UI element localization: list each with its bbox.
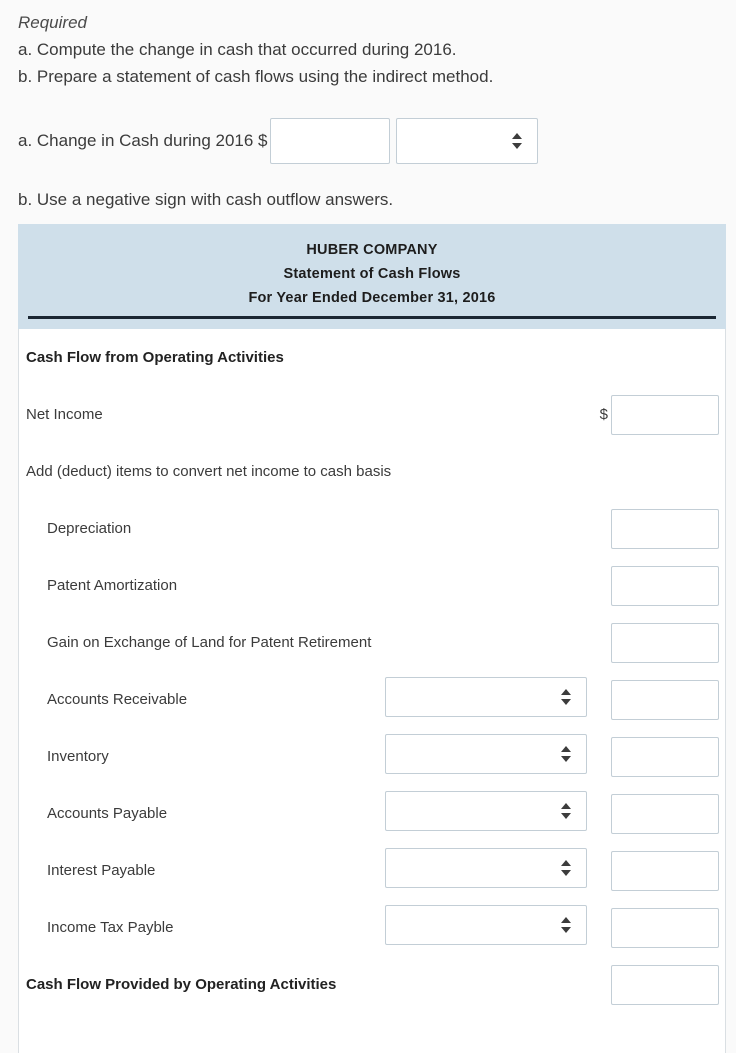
statement-row-label: Patent Amortization	[47, 577, 178, 594]
change-in-cash-select[interactable]	[395, 118, 538, 164]
statement-row: Interest Payable	[19, 842, 725, 899]
row-amount-cell	[611, 793, 719, 834]
statement-row: Gain on Exchange of Land for Patent Reti…	[19, 614, 725, 671]
statement-title: Statement of Cash Flows	[283, 266, 461, 282]
amount-input[interactable]	[611, 565, 719, 606]
row-amount-cell	[611, 736, 719, 777]
change-in-cash-input[interactable]	[269, 118, 390, 164]
row-amount-cell	[611, 850, 719, 891]
row-amount-cell	[611, 508, 719, 549]
statement-row-label: Net Income	[26, 406, 103, 423]
statement-row: Accounts Receivable	[19, 671, 725, 728]
statement-row-label: Inventory	[47, 748, 109, 765]
statement-row: Add (deduct) items to convert net income…	[19, 443, 725, 500]
amount-input[interactable]	[611, 793, 719, 834]
statement-row: Net Income $	[19, 386, 725, 443]
amount-input[interactable]	[611, 394, 719, 435]
row-amount-cell	[611, 622, 719, 663]
adjustment-select[interactable]	[385, 905, 587, 945]
adjustment-select[interactable]	[385, 734, 587, 774]
updown-arrow-icon	[511, 133, 523, 149]
row-amount-cell: $	[600, 394, 719, 435]
row-amount-cell	[611, 565, 719, 606]
statement-header: HUBER COMPANY Statement of Cash Flows Fo…	[18, 224, 726, 329]
negative-sign-note: b. Use a negative sign with cash outflow…	[18, 190, 394, 209]
amount-input[interactable]	[611, 850, 719, 891]
amount-input[interactable]	[611, 622, 719, 663]
statement-row-label: Cash Flow Provided by Operating Activiti…	[26, 976, 337, 993]
adjustment-select[interactable]	[385, 677, 587, 717]
statement-row-label: Cash Flow from Operating Activities	[26, 349, 284, 366]
updown-arrow-icon	[561, 746, 572, 762]
statement-row-label: Interest Payable	[47, 862, 156, 879]
row-select-cell	[385, 791, 587, 836]
adjustment-select[interactable]	[385, 791, 587, 831]
statement-of-cash-flows-table: HUBER COMPANY Statement of Cash Flows Fo…	[18, 224, 726, 1053]
row-select-cell	[385, 734, 587, 779]
statement-row: Income Tax Payble	[19, 899, 725, 956]
dollar-sign: $	[599, 406, 608, 423]
updown-arrow-icon	[561, 803, 572, 819]
statement-row: Cash Flow from Operating Activities	[19, 329, 725, 386]
amount-input[interactable]	[611, 679, 719, 720]
statement-row: Inventory	[19, 728, 725, 785]
statement-row-label: Accounts Payable	[47, 805, 168, 822]
statement-row-label: Add (deduct) items to convert net income…	[26, 463, 392, 480]
amount-input[interactable]	[611, 907, 719, 948]
row-amount-cell	[611, 964, 719, 1005]
instructions-block: Required a. Compute the change in cash t…	[0, 0, 736, 90]
statement-period: For Year Ended December 31, 2016	[248, 290, 496, 306]
amount-input[interactable]	[611, 508, 719, 549]
statement-row: Patent Amortization	[19, 557, 725, 614]
change-in-cash-label: a. Change in Cash during 2016 $	[18, 131, 268, 150]
row-select-cell	[385, 848, 587, 893]
row-amount-cell	[611, 907, 719, 948]
statement-row-label: Depreciation	[47, 520, 132, 537]
updown-arrow-icon	[561, 917, 572, 933]
company-name: HUBER COMPANY	[306, 242, 438, 258]
row-select-cell	[385, 677, 587, 722]
statement-row: Accounts Payable	[19, 785, 725, 842]
statement-row: Depreciation	[19, 500, 725, 557]
updown-arrow-icon	[561, 689, 572, 705]
row-amount-cell	[611, 679, 719, 720]
instruction-line-a: a. Compute the change in cash that occur…	[18, 40, 457, 59]
required-heading: Required	[18, 13, 87, 32]
amount-input[interactable]	[611, 736, 719, 777]
adjustment-select[interactable]	[385, 848, 587, 888]
statement-rows: Cash Flow from Operating Activities Net I…	[18, 329, 726, 1053]
statement-row-label: Accounts Receivable	[47, 691, 188, 708]
statement-row: Cash Flow Provided by Operating Activiti…	[19, 956, 725, 1013]
change-in-cash-row: a. Change in Cash during 2016 $	[18, 118, 736, 164]
updown-arrow-icon	[561, 860, 572, 876]
row-select-cell	[385, 905, 587, 950]
statement-row-label: Income Tax Payble	[47, 919, 174, 936]
statement-row-label: Gain on Exchange of Land for Patent Reti…	[47, 634, 372, 651]
instruction-line-b: b. Prepare a statement of cash flows usi…	[18, 67, 494, 86]
header-bottom-spacer	[18, 319, 726, 329]
amount-input[interactable]	[611, 964, 719, 1005]
